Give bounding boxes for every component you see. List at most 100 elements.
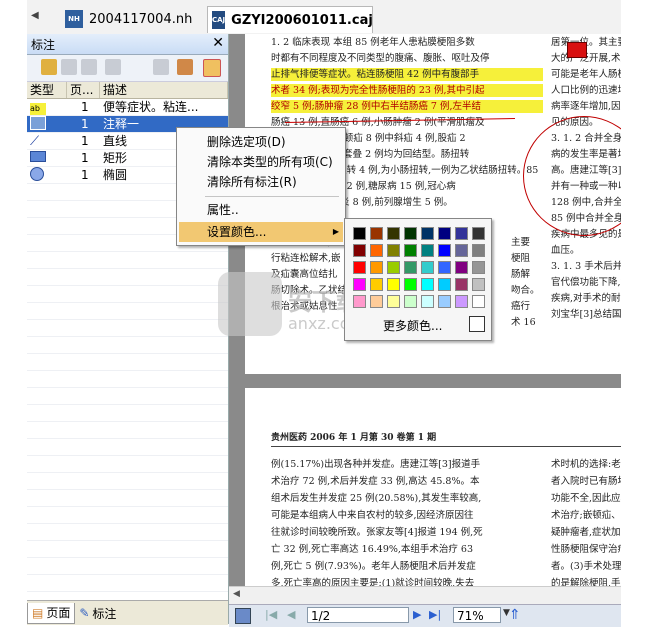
color-swatch[interactable]	[455, 244, 468, 257]
layout-icon[interactable]	[235, 608, 251, 624]
menu-delete-selected[interactable]: 删除选定项(D)	[179, 132, 343, 152]
caj-file-icon: CAJ	[212, 11, 226, 29]
color-swatch[interactable]	[421, 244, 434, 257]
color-swatch[interactable]	[387, 244, 400, 257]
empty-row	[27, 541, 228, 558]
submenu-arrow-icon: ▶	[332, 227, 339, 236]
row-page: 1	[81, 117, 89, 131]
menu-clear-type[interactable]: 清除本类型的所有项(C)	[179, 152, 343, 172]
color-swatch[interactable]	[370, 278, 383, 291]
color-swatch[interactable]	[472, 227, 485, 240]
menu-set-color[interactable]: 设置颜色... ▶	[179, 222, 343, 242]
color-swatch[interactable]	[455, 295, 468, 308]
text-line: 例(15.17%)出现各种并发症。唐建江等[3]报道手	[271, 459, 481, 470]
tab-label: GZYI200601011.caj	[231, 12, 373, 28]
color-swatch[interactable]	[370, 227, 383, 240]
color-swatch[interactable]	[353, 261, 366, 274]
color-swatch[interactable]	[472, 295, 485, 308]
close-icon[interactable]: ✕	[212, 35, 224, 51]
color-swatch[interactable]	[421, 227, 434, 240]
empty-row	[27, 252, 228, 269]
color-swatch[interactable]	[472, 278, 485, 291]
column-type[interactable]: 类型	[27, 82, 67, 98]
color-swatch[interactable]	[353, 227, 366, 240]
color-swatch[interactable]	[353, 278, 366, 291]
color-swatch[interactable]	[404, 278, 417, 291]
text-line: 术 16	[511, 317, 536, 328]
menu-clear-all[interactable]: 清除所有标注(R)	[179, 172, 343, 192]
row-page: 1	[81, 134, 89, 148]
color-swatch[interactable]	[438, 261, 451, 274]
color-swatch[interactable]	[370, 261, 383, 274]
color-swatch[interactable]	[472, 244, 485, 257]
color-swatch[interactable]	[387, 261, 400, 274]
text-line: 止排气排便等症状。粘连肠梗阻 42 例中有腹部手	[271, 68, 543, 81]
color-swatch[interactable]	[387, 295, 400, 308]
image-icon[interactable]	[61, 59, 77, 75]
text-line: 病率逐年增加,因此肠	[551, 101, 621, 112]
zoom-input[interactable]: 71%	[453, 607, 501, 623]
scroll-left-icon[interactable]: ◀	[233, 589, 240, 599]
color-swatch[interactable]	[404, 227, 417, 240]
color-swatch[interactable]	[387, 278, 400, 291]
color-swatch[interactable]	[421, 261, 434, 274]
color-swatch[interactable]	[353, 295, 366, 308]
color-swatch[interactable]	[438, 244, 451, 257]
color-swatch[interactable]	[455, 227, 468, 240]
color-swatch[interactable]	[370, 244, 383, 257]
note-annotation-icon[interactable]	[567, 42, 587, 58]
tab-annotations[interactable]: ✎ 标注	[75, 603, 120, 623]
color-swatch[interactable]	[404, 261, 417, 274]
first-page-icon[interactable]: |◀	[265, 608, 277, 621]
color-swatch[interactable]	[455, 261, 468, 274]
table-row[interactable]: ab 1 便等症状。粘连...	[27, 99, 228, 116]
color-swatch[interactable]	[438, 227, 451, 240]
row-page: 1	[81, 100, 89, 114]
column-description[interactable]: 描述	[100, 82, 228, 98]
column-page[interactable]: 页...	[67, 82, 100, 98]
tab-scroll-left-icon[interactable]: ◀	[31, 10, 39, 21]
color-swatch[interactable]	[370, 295, 383, 308]
color-swatch[interactable]	[438, 278, 451, 291]
text-line: 术治疗 72 例,术后并发症 33 例,高达 45.8%。本	[271, 476, 480, 487]
empty-row	[27, 456, 228, 473]
color-swatch[interactable]	[404, 244, 417, 257]
text-line: 主要	[511, 237, 531, 248]
annotation-table-header: 类型 页... 描述	[27, 82, 228, 99]
text-line: 术时机的选择:老年肠	[551, 459, 621, 470]
color-swatch[interactable]	[438, 295, 451, 308]
lock-icon[interactable]	[41, 59, 57, 75]
notes-icon[interactable]	[203, 59, 221, 77]
tab-pages[interactable]: ▤ 页面	[27, 602, 76, 624]
menu-properties[interactable]: 属性..	[179, 200, 343, 220]
copy-icon[interactable]	[81, 59, 97, 75]
edit-icon[interactable]	[177, 59, 193, 75]
horizontal-scrollbar[interactable]	[229, 586, 621, 604]
color-swatch[interactable]	[387, 227, 400, 240]
empty-row	[27, 388, 228, 405]
prev-page-icon[interactable]: ◀	[287, 608, 295, 621]
color-swatch[interactable]	[421, 278, 434, 291]
tab-caj-file[interactable]: CAJ GZYI200601011.caj	[207, 6, 373, 33]
color-swatch[interactable]	[353, 244, 366, 257]
left-edge-strip	[0, 0, 27, 636]
empty-row	[27, 507, 228, 524]
color-swatch[interactable]	[421, 295, 434, 308]
page-number-input[interactable]: 1/2	[307, 607, 409, 623]
row-page: 1	[81, 168, 89, 182]
nh-file-icon: NH	[65, 10, 83, 28]
text-line: 组术后发生并发症 25 例(20.58%),其发生率较高,	[271, 493, 482, 504]
color-swatch[interactable]	[455, 278, 468, 291]
empty-row	[27, 473, 228, 490]
last-page-icon[interactable]: ▶|	[429, 608, 441, 621]
more-colors-button[interactable]: 更多颜色...	[383, 317, 442, 334]
text-line: 者入院时已有肠坏死,	[551, 476, 621, 487]
tab-nh-file[interactable]: NH 2004117004.nh	[65, 6, 215, 32]
fit-page-icon[interactable]: ⇑	[509, 607, 523, 623]
dropdown-icon[interactable]	[105, 59, 121, 75]
color-swatch[interactable]	[472, 261, 485, 274]
color-swatch[interactable]	[404, 295, 417, 308]
custom-color-box[interactable]	[469, 316, 485, 332]
export-icon[interactable]	[153, 59, 169, 75]
next-page-icon[interactable]: ▶	[413, 608, 421, 621]
